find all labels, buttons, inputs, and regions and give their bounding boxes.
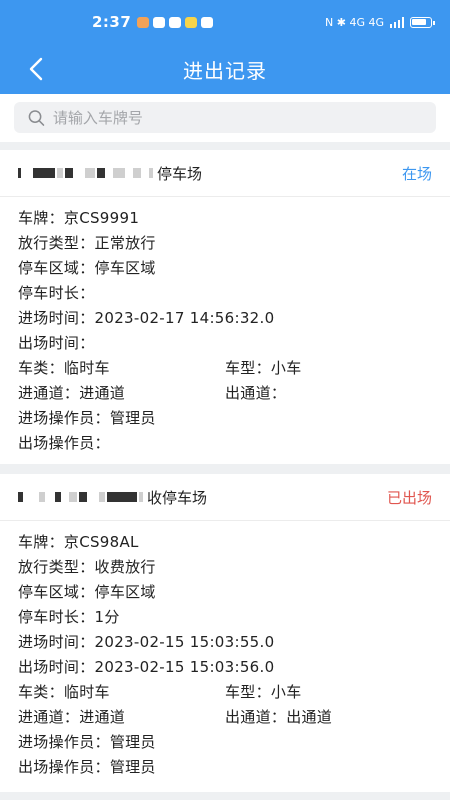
- masked-lot-name: [18, 168, 153, 178]
- parking-lot-name: 收停车场: [147, 488, 208, 507]
- lane-row: 进通道： 进通道 出通道：出通道: [18, 708, 333, 726]
- record-header: 收停车场 已出场: [0, 474, 450, 521]
- notification-icon: [201, 16, 214, 28]
- status-badge: 已出场: [386, 488, 432, 507]
- duration-row: 停车时长：: [18, 284, 95, 302]
- notification-icons: [137, 16, 214, 28]
- section-divider: [0, 792, 450, 800]
- search-bar: [0, 94, 450, 142]
- plate-row: 车牌： 京CS98AL: [18, 533, 139, 551]
- plate-value: 京CS9991: [63, 209, 140, 227]
- lane-row: 进通道： 进通道 出通道：: [18, 384, 287, 402]
- battery-icon: [410, 16, 435, 28]
- parking-area-row: 停车区域： 停车区域: [18, 259, 156, 277]
- notification-icon: [185, 16, 198, 28]
- entry-operator-row: 进场操作员： 管理员: [18, 409, 156, 427]
- exit-operator-row: 出场操作员： 管理员: [18, 758, 156, 776]
- entry-operator-row: 进场操作员： 管理员: [18, 733, 156, 751]
- release-type-row: 放行类型： 正常放行: [18, 234, 156, 252]
- notification-icon: [169, 16, 182, 28]
- back-arrow-icon[interactable]: [24, 56, 50, 82]
- record-card[interactable]: 停车场 在场 车牌： 京CS9991 放行类型： 正常放行 停车区域： 停车区域 停车…: [0, 150, 450, 464]
- masked-lot-name: [18, 492, 143, 502]
- status-time: 2:37: [92, 13, 132, 31]
- section-divider: [0, 464, 450, 474]
- car-class-type-row: 车类： 临时车 车型：小车: [18, 359, 302, 377]
- plate-row: 车牌： 京CS9991: [18, 209, 140, 227]
- entry-time-row: 进场时间： 2023-02-17 14:56:32.0: [18, 308, 275, 328]
- release-type-row: 放行类型： 收费放行: [18, 558, 156, 576]
- exit-operator-row: 出场操作员：: [18, 434, 110, 452]
- search-box[interactable]: [14, 102, 436, 133]
- app-header: 2:37 N ✱ 4G 4G 进出记录: [0, 0, 450, 94]
- section-divider: [0, 142, 450, 150]
- signal-icon: [390, 16, 404, 28]
- plate-search-input[interactable]: [52, 108, 436, 127]
- record-header: 停车场 在场: [0, 150, 450, 197]
- parking-area-row: 停车区域： 停车区域: [18, 583, 156, 601]
- search-icon: [28, 109, 45, 126]
- record-card[interactable]: 收停车场 已出场 车牌： 京CS98AL 放行类型： 收费放行 停车区域： 停车区域 …: [0, 474, 450, 792]
- entry-time-row: 进场时间： 2023-02-15 15:03:55.0: [18, 632, 275, 652]
- duration-row: 停车时长： 1分: [18, 608, 120, 626]
- notification-icon: [137, 16, 150, 28]
- exit-time-row: 出场时间： 2023-02-15 15:03:56.0: [18, 657, 275, 677]
- exit-time-row: 出场时间：: [18, 334, 95, 352]
- notification-icon: [153, 16, 166, 28]
- title-bar: 进出记录: [0, 44, 450, 94]
- parking-lot-name: 停车场: [157, 164, 203, 183]
- plate-value: 京CS98AL: [63, 533, 139, 551]
- status-badge: 在场: [401, 164, 432, 183]
- car-class-type-row: 车类： 临时车 车型：小车: [18, 683, 302, 701]
- status-bar: 2:37 N ✱ 4G 4G: [0, 0, 450, 44]
- system-status-text: N ✱ 4G 4G: [325, 15, 384, 29]
- page-title: 进出记录: [183, 58, 267, 83]
- system-icons: N ✱ 4G 4G: [325, 15, 435, 29]
